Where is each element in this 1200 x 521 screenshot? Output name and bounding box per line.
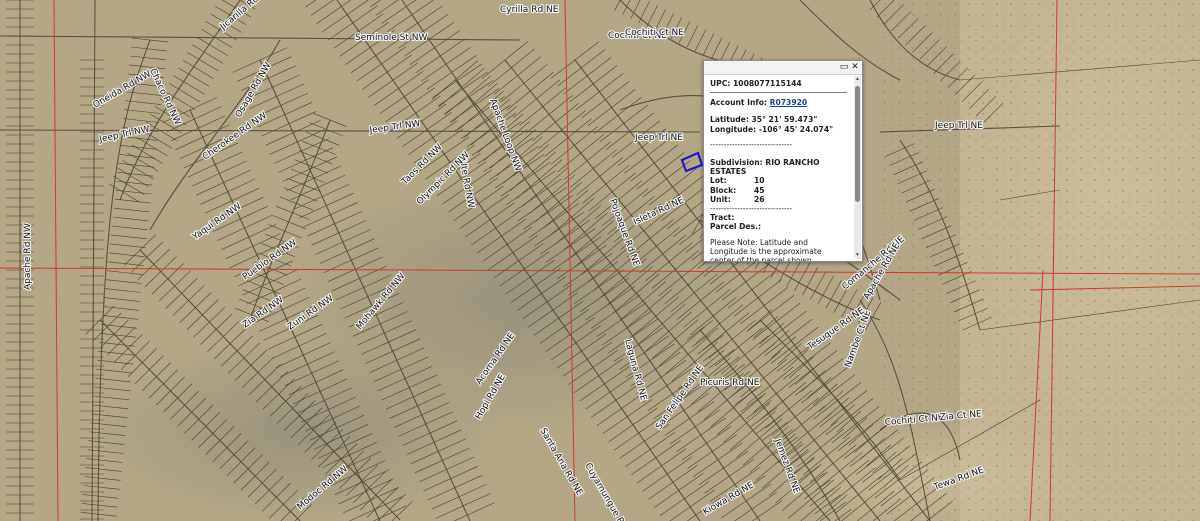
account-label: Account Info: [710, 98, 767, 108]
account-line: Account Info: R073920 [710, 98, 847, 107]
subdivision-line: Subdivision: RIO RANCHO ESTATES [710, 158, 847, 176]
close-icon[interactable]: ✕ [850, 62, 860, 72]
parcel-des-label: Parcel Des.: [710, 222, 762, 232]
lot-row: Lot: 10 [710, 176, 847, 185]
parcel-info-popup: ▭ ✕ UPC: 1008077115144 Account Info: R07… [703, 60, 863, 262]
latitude-value: 35° 21' 59.473" [751, 115, 818, 125]
terrain-shade-2 [100, 340, 500, 520]
separator-text: ------------------------------ [710, 204, 793, 214]
longitude-line: Longitude: -106° 45' 24.074" [710, 125, 847, 134]
popup-titlebar: ▭ ✕ [704, 61, 862, 75]
unit-row: Unit: 26 [710, 195, 847, 204]
divider [710, 92, 847, 94]
road-label: Jeep Trl NE [934, 121, 983, 131]
account-link[interactable]: R073920 [770, 98, 808, 107]
unit-value: 26 [754, 194, 765, 204]
road-label: Jeep Trl NE [634, 133, 683, 143]
scroll-down-icon[interactable]: ▼ [854, 252, 861, 259]
block-label: Block: [710, 185, 737, 195]
separator-text: ------------------------------ [710, 139, 793, 149]
subdivision-label: Subdivision: [710, 158, 763, 168]
block-value: 45 [754, 185, 765, 195]
road-label: Apache Rd NW [23, 223, 33, 290]
map-canvas[interactable]: Cyrilla Rd NE Cochiti Ct NE Seminole St NW… [0, 0, 1200, 521]
longitude-value: -106° 45' 24.074" [758, 124, 834, 134]
terrain-speckle [880, 0, 1200, 521]
unit-label: Unit: [710, 194, 731, 204]
scrollbar-thumb[interactable] [855, 86, 860, 202]
maximize-icon[interactable]: ▭ [839, 62, 849, 72]
upc-value: 1008077115144 [733, 79, 802, 88]
upc-line: UPC: 1008077115144 [710, 79, 847, 88]
lot-value: 10 [754, 176, 765, 186]
note-text: Please Note: Latitude and Longitude is t… [710, 237, 822, 261]
road-label: Picuris Rd NE [700, 378, 760, 388]
tract-label: Tract: [710, 213, 735, 223]
lot-label: Lot: [710, 176, 727, 186]
road-label: Cyrilla Rd NE [500, 5, 559, 15]
popup-scrollbar[interactable]: ▲ ▼ [854, 76, 861, 259]
road-label: Seminole St NW [355, 33, 427, 43]
road-label: Cochiti Ct NE [625, 28, 684, 38]
scroll-up-icon[interactable]: ▲ [854, 76, 861, 83]
popup-content: UPC: 1008077115144 Account Info: R073920… [704, 75, 853, 261]
upc-label: UPC: [710, 79, 731, 88]
longitude-label: Longitude: [710, 124, 757, 134]
latitude-label: Latitude: [710, 115, 749, 125]
block-row: Block: 45 [710, 186, 847, 195]
latitude-line: Latitude: 35° 21' 59.473" [710, 115, 847, 124]
